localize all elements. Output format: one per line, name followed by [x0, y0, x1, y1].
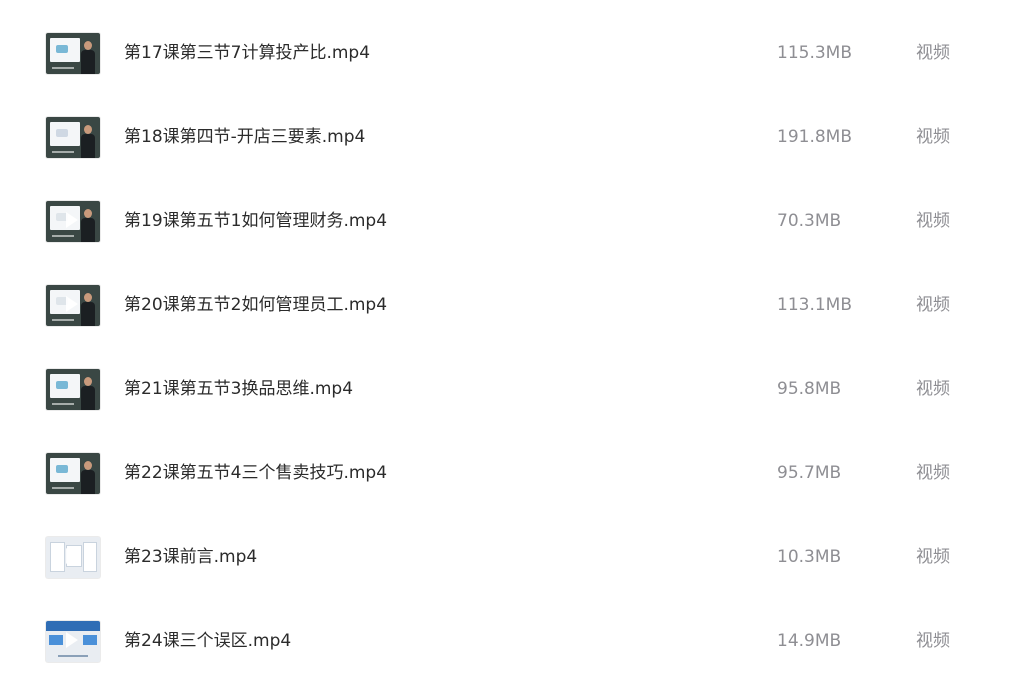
file-name: 第19课第五节1如何管理财务.mp4 — [124, 211, 388, 231]
file-row-20[interactable]: 第20课第五节2如何管理员工.mp4 113.1MB 视频 — [0, 276, 1024, 360]
file-row-22[interactable]: 第22课第五节4三个售卖技巧.mp4 95.7MB 视频 — [0, 444, 1024, 528]
file-name: 第17课第三节7计算投产比.mp4 — [124, 43, 371, 63]
file-type: 视频 — [916, 379, 950, 399]
file-type: 视频 — [916, 631, 950, 651]
file-name: 第24课三个误区.mp4 — [124, 631, 292, 651]
file-row-17[interactable]: 第17课第三节7计算投产比.mp4 115.3MB 视频 — [0, 24, 1024, 108]
video-thumbnail-icon — [46, 285, 100, 326]
file-name: 第22课第五节4三个售卖技巧.mp4 — [124, 463, 388, 483]
file-type: 视频 — [916, 211, 950, 231]
play-icon — [66, 632, 78, 648]
file-size: 14.9MB — [777, 631, 842, 651]
file-size: 113.1MB — [777, 295, 852, 315]
video-thumbnail-icon — [46, 369, 100, 410]
file-row-18[interactable]: 第18课第四节-开店三要素.mp4 191.8MB 视频 — [0, 108, 1024, 192]
file-row-23[interactable]: 第23课前言.mp4 10.3MB 视频 — [0, 528, 1024, 612]
play-icon — [66, 296, 78, 312]
file-name: 第18课第四节-开店三要素.mp4 — [124, 127, 366, 147]
file-type: 视频 — [916, 463, 950, 483]
file-type: 视频 — [916, 547, 950, 567]
file-size: 115.3MB — [777, 43, 852, 63]
file-size: 191.8MB — [777, 127, 852, 147]
file-type: 视频 — [916, 295, 950, 315]
video-thumbnail-icon — [46, 117, 100, 158]
file-name: 第21课第五节3换品思维.mp4 — [124, 379, 354, 399]
file-list: 第17课第三节7计算投产比.mp4 115.3MB 视频 第18课第四节-开店三… — [0, 0, 1024, 684]
video-thumbnail-icon — [46, 453, 100, 494]
file-size: 95.8MB — [777, 379, 842, 399]
file-row-24[interactable]: 第24课三个误区.mp4 14.9MB 视频 — [0, 612, 1024, 696]
file-row-21[interactable]: 第21课第五节3换品思维.mp4 95.8MB 视频 — [0, 360, 1024, 444]
file-type: 视频 — [916, 43, 950, 63]
file-size: 70.3MB — [777, 211, 842, 231]
file-name: 第23课前言.mp4 — [124, 547, 258, 567]
file-size: 10.3MB — [777, 547, 842, 567]
play-icon — [66, 548, 78, 564]
video-thumbnail-icon — [46, 201, 100, 242]
video-thumbnail-icon — [46, 537, 100, 578]
file-type: 视频 — [916, 127, 950, 147]
file-row-19[interactable]: 第19课第五节1如何管理财务.mp4 70.3MB 视频 — [0, 192, 1024, 276]
file-name: 第20课第五节2如何管理员工.mp4 — [124, 295, 388, 315]
file-size: 95.7MB — [777, 463, 842, 483]
play-icon — [66, 212, 78, 228]
video-thumbnail-icon — [46, 33, 100, 74]
video-thumbnail-icon — [46, 621, 100, 662]
